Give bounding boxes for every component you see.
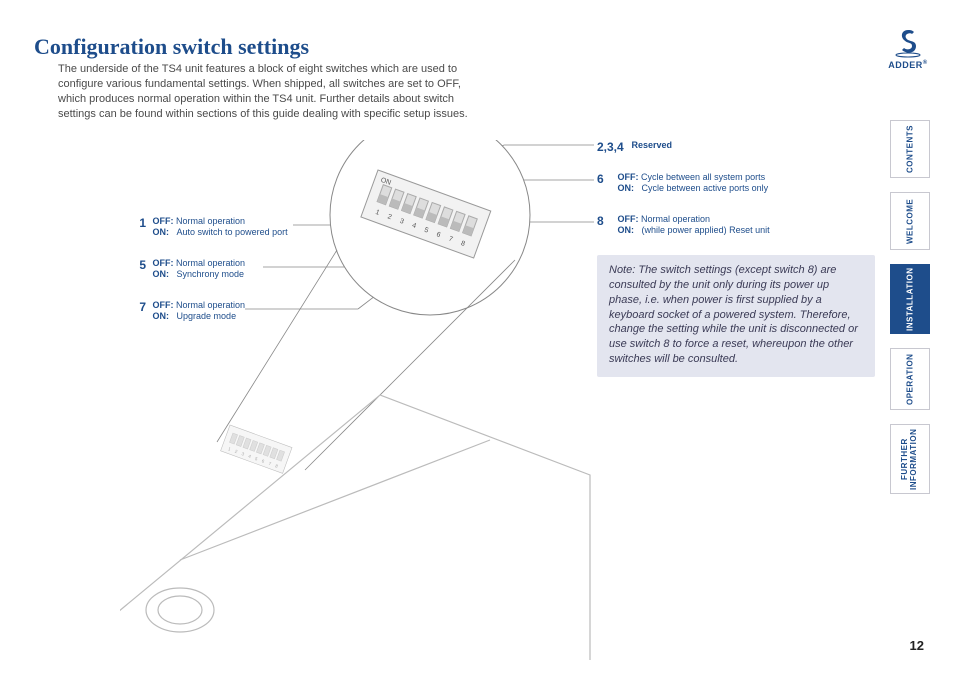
side-nav: CONTENTS WELCOME INSTALLATION OPERATION … <box>890 120 930 508</box>
intro-paragraph: The underside of the TS4 unit features a… <box>58 62 468 121</box>
adder-logo: ADDER® <box>886 28 930 70</box>
tab-welcome[interactable]: WELCOME <box>890 192 930 250</box>
snake-icon <box>892 28 924 58</box>
tab-installation[interactable]: INSTALLATION <box>890 264 930 334</box>
page-number: 12 <box>910 638 924 653</box>
tab-further-information[interactable]: FURTHER INFORMATION <box>890 424 930 494</box>
page: Configuration switch settings The unders… <box>0 0 954 675</box>
dip-switch-diagram: ON <box>120 140 640 660</box>
tab-contents[interactable]: CONTENTS <box>890 120 930 178</box>
tab-operation[interactable]: OPERATION <box>890 348 930 410</box>
logo-text: ADDER <box>888 60 923 70</box>
page-title: Configuration switch settings <box>34 34 309 60</box>
